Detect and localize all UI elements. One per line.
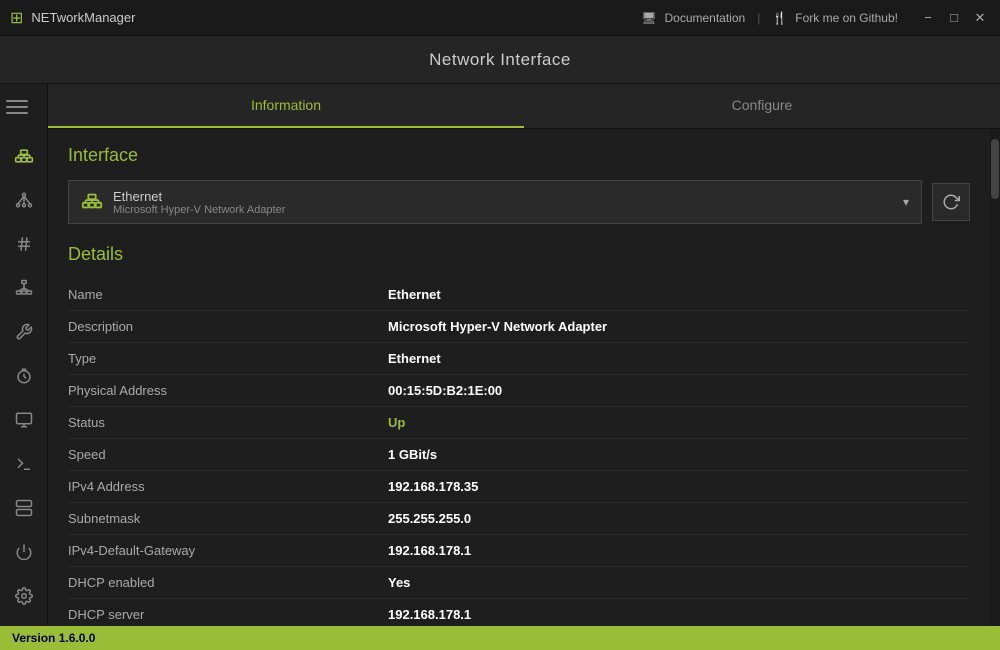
detail-label-name: Name — [68, 287, 388, 302]
detail-label-subnetmask: Subnetmask — [68, 511, 388, 526]
table-row: Speed 1 GBit/s — [68, 439, 970, 471]
detail-label-status: Status — [68, 415, 388, 430]
detail-label-dhcp-server: DHCP server — [68, 607, 388, 622]
app-icon: ⊞ — [10, 8, 23, 28]
table-row: IPv4 Address 192.168.178.35 — [68, 471, 970, 503]
sidebar-item-timer[interactable] — [4, 356, 44, 396]
table-row: Physical Address 00:15:5D:B2:1E:00 — [68, 375, 970, 407]
topology-icon — [15, 191, 33, 209]
interface-select-text: Ethernet Microsoft Hyper-V Network Adapt… — [113, 189, 893, 216]
tab-configure[interactable]: Configure — [524, 84, 1000, 128]
interface-heading: Interface — [68, 145, 970, 166]
interface-desc: Microsoft Hyper-V Network Adapter — [113, 204, 893, 216]
detail-value-subnetmask: 255.255.255.0 — [388, 511, 471, 526]
titlebar-left: ⊞ NETworkManager — [10, 8, 135, 28]
sidebar-item-tools[interactable] — [4, 312, 44, 352]
detail-label-dhcp-enabled: DHCP enabled — [68, 575, 388, 590]
sidebar-item-hash[interactable] — [4, 224, 44, 264]
hash-icon — [15, 235, 33, 253]
server-icon — [15, 499, 33, 517]
details-section: Details Name Ethernet Description Micros… — [68, 244, 970, 626]
tabs: Information Configure — [48, 84, 1000, 129]
table-row: Type Ethernet — [68, 343, 970, 375]
detail-value-physical-address: 00:15:5D:B2:1E:00 — [388, 383, 502, 398]
sidebar-item-network[interactable] — [4, 136, 44, 176]
hierarchy-icon — [15, 279, 33, 297]
detail-value-gateway: 192.168.178.1 — [388, 543, 471, 558]
sidebar-item-power[interactable] — [4, 532, 44, 572]
doc-icon: 🖥 — [641, 11, 656, 25]
main-layout: Information Configure Interface — [0, 84, 1000, 626]
table-row: Subnetmask 255.255.255.0 — [68, 503, 970, 535]
refresh-button[interactable] — [932, 183, 970, 221]
sidebar-item-settings[interactable] — [4, 576, 44, 616]
detail-label-physical-address: Physical Address — [68, 383, 388, 398]
detail-label-gateway: IPv4-Default-Gateway — [68, 543, 388, 558]
header-bar: Network Interface — [0, 36, 1000, 84]
detail-label-speed: Speed — [68, 447, 388, 462]
github-icon: 🍴 — [772, 11, 787, 25]
detail-value-dhcp-enabled: Yes — [388, 575, 410, 590]
sidebar-hamburger[interactable] — [4, 92, 44, 132]
timer-icon — [15, 367, 33, 385]
interface-dropdown[interactable]: Ethernet Microsoft Hyper-V Network Adapt… — [68, 180, 922, 224]
sidebar-item-topology[interactable] — [4, 180, 44, 220]
network-icon — [14, 146, 34, 166]
details-heading: Details — [68, 244, 970, 265]
table-row: DHCP server 192.168.178.1 — [68, 599, 970, 626]
github-link[interactable]: Fork me on Github! — [795, 11, 898, 25]
interface-name: Ethernet — [113, 189, 893, 204]
statusbar: Version 1.6.0.0 — [0, 626, 1000, 650]
ethernet-icon — [81, 190, 103, 215]
sidebar-item-monitor[interactable] — [4, 400, 44, 440]
close-button[interactable]: ✕ — [970, 8, 990, 28]
app-title: NETworkManager — [31, 10, 135, 25]
tab-information[interactable]: Information — [48, 84, 524, 128]
titlebar-right: 🖥 Documentation | 🍴 Fork me on Github! −… — [641, 8, 990, 28]
table-row: Description Microsoft Hyper-V Network Ad… — [68, 311, 970, 343]
maximize-button[interactable]: □ — [944, 8, 964, 28]
detail-value-description: Microsoft Hyper-V Network Adapter — [388, 319, 607, 334]
interface-row: Ethernet Microsoft Hyper-V Network Adapt… — [68, 180, 970, 224]
sidebar-item-terminal[interactable] — [4, 444, 44, 484]
detail-value-dhcp-server: 192.168.178.1 — [388, 607, 471, 622]
separator: | — [757, 11, 760, 25]
monitor-icon — [15, 411, 33, 429]
content-panel: Interface Ethernet — [48, 129, 990, 626]
detail-value-status: Up — [388, 415, 405, 430]
detail-value-type: Ethernet — [388, 351, 441, 366]
detail-value-name: Ethernet — [388, 287, 441, 302]
tools-icon — [15, 323, 33, 341]
detail-label-type: Type — [68, 351, 388, 366]
settings-icon — [15, 587, 33, 605]
titlebar: ⊞ NETworkManager 🖥 Documentation | 🍴 For… — [0, 0, 1000, 36]
table-row: DHCP enabled Yes — [68, 567, 970, 599]
dropdown-arrow-icon: ▾ — [903, 195, 909, 209]
hamburger-icon — [6, 92, 42, 122]
scrollbar-thumb[interactable] — [991, 139, 999, 199]
page-title: Network Interface — [429, 50, 571, 70]
refresh-icon — [942, 193, 960, 211]
power-icon — [15, 543, 33, 561]
sidebar-item-server[interactable] — [4, 488, 44, 528]
terminal-icon — [15, 455, 33, 473]
table-row: IPv4-Default-Gateway 192.168.178.1 — [68, 535, 970, 567]
content-area: Information Configure Interface — [48, 84, 1000, 626]
scrollbar-track[interactable] — [990, 129, 1000, 626]
detail-label-ipv4-address: IPv4 Address — [68, 479, 388, 494]
version-text: Version 1.6.0.0 — [12, 631, 95, 645]
table-row: Status Up — [68, 407, 970, 439]
documentation-link[interactable]: Documentation — [664, 11, 745, 25]
sidebar — [0, 84, 48, 626]
table-row: Name Ethernet — [68, 279, 970, 311]
sidebar-item-hierarchy[interactable] — [4, 268, 44, 308]
detail-label-description: Description — [68, 319, 388, 334]
detail-value-speed: 1 GBit/s — [388, 447, 437, 462]
detail-value-ipv4-address: 192.168.178.35 — [388, 479, 478, 494]
minimize-button[interactable]: − — [918, 8, 938, 28]
window-controls: − □ ✕ — [918, 8, 990, 28]
